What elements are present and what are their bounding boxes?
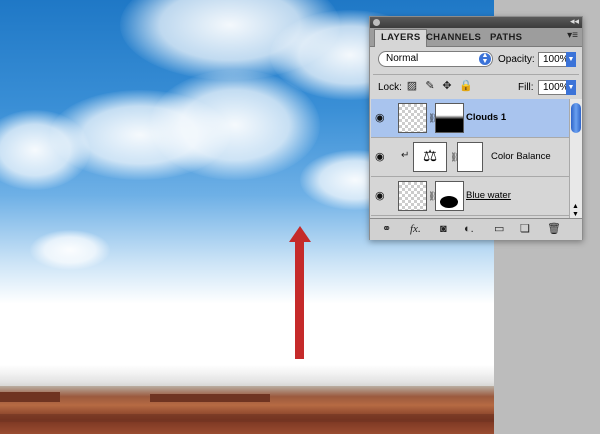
opacity-label: Opacity: bbox=[498, 54, 535, 65]
layer-row-blue-water[interactable]: ◉ ⛓ Blue water bbox=[371, 177, 569, 216]
layers-panel: ◂◂ LAYERS CHANNELS PATHS ▾≡ Normal ▲ ▼ Op… bbox=[369, 16, 583, 240]
panel-titlebar[interactable]: ◂◂ bbox=[370, 16, 582, 28]
lock-all-icon[interactable]: 🔒 bbox=[459, 80, 473, 92]
blend-mode-select[interactable]: Normal ▲ ▼ bbox=[378, 51, 493, 67]
divider bbox=[373, 74, 579, 75]
trash-icon[interactable]: 🗑 bbox=[547, 223, 561, 235]
tab-channels[interactable]: CHANNELS bbox=[420, 30, 487, 45]
layers-list: ◉ ⛓ Clouds 1 ◉ ↵ ⚖ ⛓ Color Balance ◉ ⛓ B… bbox=[371, 99, 569, 218]
ridge bbox=[150, 394, 270, 402]
layer-mask-thumbnail[interactable] bbox=[435, 181, 464, 211]
fx-icon[interactable]: fx. bbox=[410, 223, 421, 235]
layer-mask-thumbnail[interactable] bbox=[435, 103, 464, 133]
layer-mask-thumbnail[interactable] bbox=[457, 142, 483, 172]
panel-footer: ⚭ fx. ◙ ◐. ▭ ❏ 🗑 bbox=[370, 218, 582, 240]
cloud bbox=[30, 230, 110, 270]
eye-icon[interactable]: ◉ bbox=[375, 111, 385, 124]
scroll-up-icon[interactable]: ▲ bbox=[572, 203, 579, 210]
eye-icon[interactable]: ◉ bbox=[375, 189, 385, 202]
layer-name[interactable]: Color Balance bbox=[491, 151, 551, 162]
adjustment-icon[interactable]: ◐. bbox=[464, 223, 474, 235]
mask-icon[interactable]: ◙ bbox=[440, 223, 447, 235]
layer-row-color-balance[interactable]: ◉ ↵ ⚖ ⛓ Color Balance bbox=[371, 138, 569, 177]
fill-value: 100% bbox=[543, 82, 569, 93]
lock-image-pixels-icon[interactable]: ✎ bbox=[424, 80, 436, 92]
layer-name[interactable]: Blue water bbox=[466, 190, 511, 201]
collapse-icon[interactable]: ◂◂ bbox=[570, 16, 579, 27]
dropdown-arrow-icon[interactable]: ▼ bbox=[566, 52, 576, 67]
canyon-terrain bbox=[0, 386, 494, 434]
color-balance-icon[interactable]: ⚖ bbox=[413, 142, 447, 172]
panel-tabs: LAYERS CHANNELS PATHS ▾≡ bbox=[370, 28, 582, 47]
close-icon[interactable] bbox=[373, 19, 380, 26]
layer-row-clouds-1[interactable]: ◉ ⛓ Clouds 1 bbox=[371, 99, 569, 138]
scrollbar-thumb[interactable] bbox=[571, 103, 581, 133]
ridge bbox=[0, 414, 494, 422]
fill-field[interactable]: 100% ▼ bbox=[538, 80, 576, 95]
lock-transparent-pixels-icon[interactable]: ▨ bbox=[406, 80, 418, 92]
panel-menu-icon[interactable]: ▾≡ bbox=[567, 30, 578, 41]
layers-scrollbar[interactable]: ▲ ▼ bbox=[569, 99, 582, 218]
mask-shape bbox=[440, 196, 458, 208]
eye-icon[interactable]: ◉ bbox=[375, 150, 385, 163]
red-arrow-shaft bbox=[295, 240, 304, 359]
opacity-value: 100% bbox=[543, 54, 569, 65]
scroll-down-icon[interactable]: ▼ bbox=[572, 211, 579, 218]
link-icon[interactable]: ⚭ bbox=[382, 223, 391, 235]
ridge bbox=[0, 392, 60, 402]
layer-thumbnail[interactable] bbox=[398, 103, 427, 133]
lock-position-icon[interactable]: ✥ bbox=[441, 80, 453, 92]
new-layer-icon[interactable]: ❏ bbox=[520, 223, 530, 235]
spinner-arrows-icon: ▲ ▼ bbox=[479, 52, 491, 65]
layer-thumbnail[interactable] bbox=[398, 181, 427, 211]
blend-mode-value: Normal bbox=[386, 53, 419, 64]
clipping-arrow-icon: ↵ bbox=[401, 150, 410, 161]
lock-label: Lock: bbox=[378, 82, 402, 93]
group-icon[interactable]: ▭ bbox=[494, 223, 504, 235]
cloud bbox=[150, 70, 320, 180]
tab-paths[interactable]: PATHS bbox=[484, 30, 528, 45]
opacity-field[interactable]: 100% ▼ bbox=[538, 52, 576, 67]
fill-label: Fill: bbox=[518, 82, 534, 93]
layer-name[interactable]: Clouds 1 bbox=[466, 112, 506, 123]
dropdown-arrow-icon[interactable]: ▼ bbox=[566, 80, 576, 95]
